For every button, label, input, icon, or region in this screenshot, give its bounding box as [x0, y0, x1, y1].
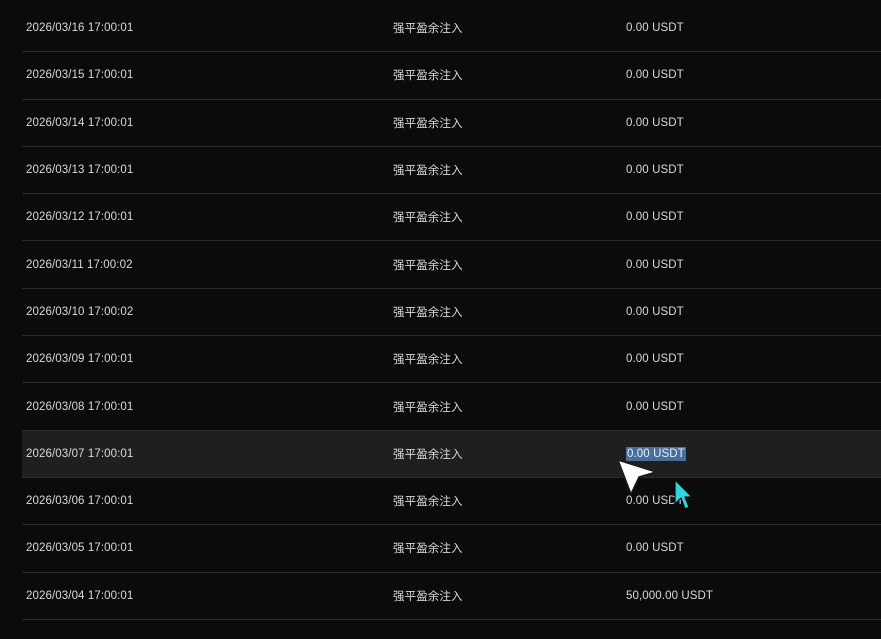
record-amount: 0.00 USDT [626, 69, 684, 82]
record-time: 2026/03/12 17:00:01 [26, 211, 134, 224]
record-time: 2026/03/11 17:00:02 [26, 258, 133, 271]
record-type: 强平盈余注入 [393, 354, 463, 367]
table-row[interactable]: 2026/03/13 17:00:01 强平盈余注入 0.00 USDT [22, 147, 881, 195]
table-row[interactable]: 2026/03/04 17:00:01 强平盈余注入 50,000.00 USD… [22, 573, 881, 620]
record-type: 强平盈余注入 [393, 259, 463, 272]
record-time: 2026/03/15 17:00:01 [26, 69, 134, 82]
record-time: 2026/03/07 17:00:01 [26, 447, 134, 460]
record-time: 2026/03/09 17:00:01 [26, 353, 134, 366]
record-amount: 50,000.00 USDT [626, 589, 714, 602]
record-amount: 0.00 USDT [626, 400, 684, 413]
record-time: 2026/03/06 17:00:01 [26, 495, 134, 508]
table-row-hovered[interactable]: 2026/03/07 17:00:01 强平盈余注入 0.00 USDT [22, 430, 881, 478]
record-type: 强平盈余注入 [393, 23, 463, 36]
record-amount: 0.00 USDT [626, 542, 684, 555]
table-row[interactable]: 2026/03/10 17:00:02 强平盈余注入 0.00 USDT [22, 289, 881, 337]
record-time: 2026/03/08 17:00:01 [26, 400, 134, 413]
record-time: 2026/03/14 17:00:01 [26, 116, 134, 129]
record-time: 2026/03/05 17:00:01 [26, 542, 134, 555]
record-amount: 0.00 USDT [626, 116, 684, 129]
record-amount: 0.00 USDT [626, 258, 684, 271]
record-type: 强平盈余注入 [393, 212, 463, 225]
record-type: 强平盈余注入 [393, 306, 463, 319]
record-amount: 0.00 USDT [626, 305, 684, 318]
record-amount: 0.00 USDT [626, 353, 684, 366]
table-row[interactable]: 2026/03/16 17:00:01 强平盈余注入 0.00 USDT [22, 5, 881, 53]
record-time: 2026/03/13 17:00:01 [26, 164, 134, 177]
record-type: 强平盈余注入 [393, 543, 463, 556]
record-type: 强平盈余注入 [393, 401, 463, 414]
record-type: 强平盈余注入 [393, 590, 463, 603]
table-row[interactable]: 2026/03/05 17:00:01 强平盈余注入 0.00 USDT [22, 525, 881, 573]
record-time: 2026/03/10 17:00:02 [26, 305, 134, 318]
record-type: 强平盈余注入 [393, 70, 463, 83]
table-row[interactable]: 2026/03/11 17:00:02 强平盈余注入 0.00 USDT [22, 241, 881, 289]
table-row[interactable]: 2026/03/15 17:00:01 强平盈余注入 0.00 USDT [22, 52, 881, 100]
arrow-cursor-icon [674, 479, 693, 510]
table-row[interactable]: 2026/03/14 17:00:01 强平盈余注入 0.00 USDT [22, 100, 881, 147]
table-row[interactable]: 2026/03/09 17:00:01 强平盈余注入 0.00 USDT [22, 336, 881, 384]
record-amount: 0.00 USDT [626, 211, 684, 224]
record-time: 2026/03/16 17:00:01 [26, 22, 134, 35]
record-type: 强平盈余注入 [393, 117, 463, 130]
table-row[interactable]: 2026/03/06 17:00:01 强平盈余注入 0.00 USDT [22, 478, 881, 526]
record-type: 强平盈余注入 [393, 496, 463, 509]
record-time: 2026/03/04 17:00:01 [26, 589, 134, 602]
table-row[interactable]: 2026/03/12 17:00:01 强平盈余注入 0.00 USDT [22, 194, 881, 242]
record-type: 强平盈余注入 [393, 165, 463, 178]
records-table: 2026/03/16 17:00:01 强平盈余注入 0.00 USDT 202… [22, 5, 881, 620]
record-amount: 0.00 USDT [626, 22, 684, 35]
table-row[interactable]: 2026/03/08 17:00:01 强平盈余注入 0.00 USDT [22, 383, 881, 431]
record-amount: 0.00 USDT [626, 164, 684, 177]
record-type: 强平盈余注入 [393, 448, 463, 461]
arrow-cursor-icon [617, 459, 657, 495]
